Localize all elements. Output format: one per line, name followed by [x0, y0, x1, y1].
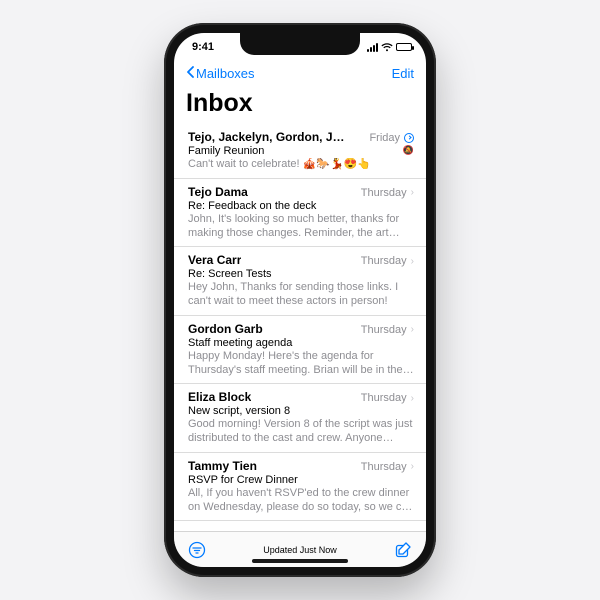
email-row[interactable]: Tammy Tien Thursday › RSVP for Crew DinnerA…: [174, 453, 426, 522]
email-sender: Tejo, Jackelyn, Gordon, Juliana...: [188, 130, 348, 144]
battery-icon: [396, 43, 412, 51]
status-time: 9:41: [192, 41, 214, 53]
notch: [240, 33, 360, 55]
email-row[interactable]: Tejo, Jackelyn, Gordon, Juliana... Friday…: [174, 124, 426, 179]
email-subject: New script, version 8: [188, 405, 414, 417]
chevron-left-icon: [186, 66, 194, 81]
email-sender: Eliza Block: [188, 390, 251, 404]
chevron-right-icon: ›: [411, 461, 414, 472]
email-subject: Re: Feedback on the deck: [188, 200, 414, 212]
compose-icon[interactable]: [394, 541, 412, 559]
email-sender: Gordon Garb: [188, 322, 263, 336]
chevron-right-icon: ›: [411, 393, 414, 404]
email-date: Thursday: [361, 187, 407, 199]
page-title: Inbox: [174, 85, 426, 124]
email-row[interactable]: Gordon Garb Thursday › Staff meeting agenda…: [174, 316, 426, 385]
email-row[interactable]: Eliza Block Thursday ›New script, version …: [174, 384, 426, 453]
email-subject: Family Reunion: [188, 145, 414, 157]
email-subject: RSVP for Crew Dinner: [188, 474, 414, 486]
email-list[interactable]: Tejo, Jackelyn, Gordon, Juliana... Friday…: [174, 124, 426, 531]
back-label: Mailboxes: [196, 66, 255, 81]
chevron-right-icon: ›: [411, 324, 414, 335]
cellular-icon: [367, 43, 378, 52]
email-preview: Happy Monday! Here's the agenda for Thur…: [188, 350, 414, 378]
thread-indicator-icon: [404, 133, 414, 143]
email-subject: Staff meeting agenda: [188, 337, 414, 349]
email-date: Thursday: [361, 255, 407, 267]
email-sender: Vera Carr: [188, 253, 241, 267]
phone-frame: 9:41 Mailboxes Edit Inbox Tejo, Jackelyn…: [164, 23, 436, 577]
home-indicator[interactable]: [252, 559, 348, 563]
chevron-right-icon: ›: [411, 187, 414, 198]
email-date: Thursday: [361, 461, 407, 473]
email-preview: Good morning! Version 8 of the script wa…: [188, 418, 414, 446]
email-date: Friday: [369, 132, 400, 144]
email-preview: Hey John, Thanks for sending those links…: [188, 281, 414, 309]
email-row[interactable]: Tejo Dama Thursday › Re: Feedback on the de…: [174, 179, 426, 248]
edit-button[interactable]: Edit: [392, 66, 414, 81]
back-button[interactable]: Mailboxes: [186, 66, 255, 81]
mute-icon: 🔕: [403, 146, 414, 155]
chevron-right-icon: ›: [411, 256, 414, 267]
email-row[interactable]: Vera Carr Thursday ›Re: Screen TestsHey Jo…: [174, 247, 426, 316]
toolbar-status: Updated Just Now: [263, 545, 337, 555]
email-subject: Re: Screen Tests: [188, 268, 414, 280]
email-date: Thursday: [361, 392, 407, 404]
email-date: Thursday: [361, 324, 407, 336]
email-preview: All, If you haven't RSVP'ed to the crew …: [188, 487, 414, 515]
filter-icon[interactable]: [188, 541, 206, 559]
email-preview: Can't wait to celebrate! 🎪🐎💃😍👆: [188, 158, 414, 172]
screen: 9:41 Mailboxes Edit Inbox Tejo, Jackelyn…: [174, 33, 426, 567]
email-sender: Tammy Tien: [188, 459, 257, 473]
nav-bar: Mailboxes Edit: [174, 61, 426, 85]
wifi-icon: [381, 43, 393, 52]
email-preview: John, It's looking so much better, thank…: [188, 213, 414, 241]
email-sender: Tejo Dama: [188, 185, 248, 199]
